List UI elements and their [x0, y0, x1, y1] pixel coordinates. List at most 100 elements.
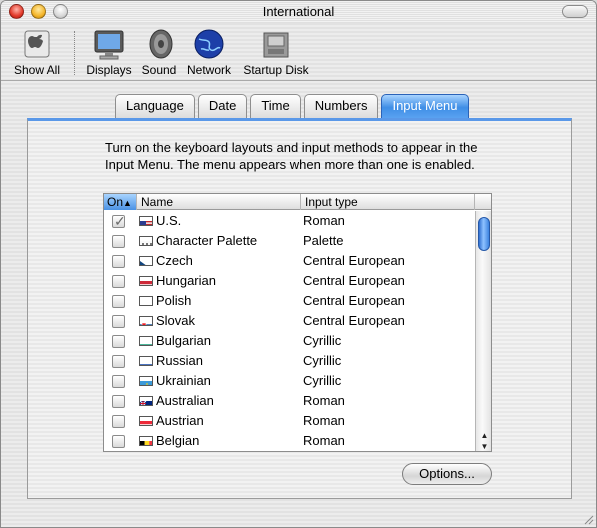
- displays-label: Displays: [86, 63, 132, 77]
- table-row[interactable]: Czech Central European: [104, 251, 475, 271]
- input-source-name: Ukrainian: [156, 373, 211, 388]
- input-source-type: Roman: [303, 213, 345, 228]
- column-header-on[interactable]: On▲: [104, 194, 137, 210]
- enable-checkbox[interactable]: [112, 375, 125, 388]
- disk-icon: [263, 32, 289, 58]
- sound-button[interactable]: Sound: [139, 27, 179, 77]
- flag-au-icon: [139, 396, 153, 406]
- table-row[interactable]: U.S. Roman: [104, 211, 475, 231]
- input-source-name: Hungarian: [156, 273, 216, 288]
- table-row[interactable]: Belgian Roman: [104, 431, 475, 451]
- input-source-name: Bulgarian: [156, 333, 211, 348]
- close-button[interactable]: [9, 4, 24, 19]
- flag-hu-icon: [139, 276, 153, 286]
- scroll-down-arrow-icon[interactable]: ▼: [476, 441, 491, 451]
- enable-checkbox[interactable]: [112, 212, 126, 230]
- tab-input-menu[interactable]: Input Menu: [381, 94, 469, 118]
- input-source-type: Cyrillic: [303, 333, 342, 348]
- input-source-name: Czech: [156, 253, 193, 268]
- table-row[interactable]: Slovak Central European: [104, 311, 475, 331]
- toolbar: Show All Displays Sound Network Startup …: [1, 23, 596, 81]
- table-row[interactable]: Character Palette Palette: [104, 231, 475, 251]
- displays-button[interactable]: Displays: [83, 27, 135, 77]
- enable-checkbox[interactable]: [112, 315, 125, 328]
- table-row[interactable]: Polish Central European: [104, 291, 475, 311]
- flag-bg-icon: [139, 336, 153, 346]
- show-all-button[interactable]: Show All: [11, 27, 63, 77]
- input-menu-panel: Turn on the keyboard layouts and input m…: [27, 118, 572, 499]
- vertical-scrollbar[interactable]: ▲ ▼: [475, 211, 491, 451]
- flag-sk-icon: [139, 316, 153, 326]
- input-source-type: Central European: [303, 313, 405, 328]
- input-source-type: Roman: [303, 393, 345, 408]
- input-source-name: Polish: [156, 293, 192, 308]
- input-source-name: Austrian: [156, 413, 204, 428]
- minimize-button[interactable]: [31, 4, 46, 19]
- flag-ua-icon: [139, 376, 153, 386]
- table-row[interactable]: Australian Roman: [104, 391, 475, 411]
- input-source-type: Roman: [303, 413, 345, 428]
- input-source-type: Cyrillic: [303, 353, 342, 368]
- toolbar-separator: [74, 31, 75, 75]
- table-header: On▲ Name Input type: [104, 194, 491, 210]
- column-header-name[interactable]: Name: [137, 194, 301, 210]
- preferences-window: International Show All Displays Sound Ne…: [0, 0, 597, 528]
- display-icon: [94, 30, 124, 60]
- zoom-button[interactable]: [53, 4, 68, 19]
- table-row[interactable]: Hungarian Central European: [104, 271, 475, 291]
- network-label: Network: [186, 63, 231, 77]
- flag-be-icon: [139, 436, 153, 446]
- tab-date[interactable]: Date: [197, 94, 248, 118]
- input-source-name: Slovak: [156, 313, 196, 328]
- input-source-name: Russian: [156, 353, 203, 368]
- enable-checkbox[interactable]: [112, 235, 125, 248]
- tab-numbers[interactable]: Numbers: [303, 94, 379, 118]
- scroll-up-arrow-icon[interactable]: ▲: [476, 430, 491, 441]
- table-row[interactable]: Bulgarian Cyrillic: [104, 331, 475, 351]
- sound-label: Sound: [141, 63, 177, 77]
- enable-checkbox[interactable]: [112, 255, 125, 268]
- enable-checkbox[interactable]: [112, 355, 125, 368]
- enable-checkbox[interactable]: [112, 435, 125, 448]
- column-header-on-label: On: [107, 195, 124, 209]
- input-source-type: Central European: [303, 293, 405, 308]
- input-source-name: Australian: [156, 393, 214, 408]
- show-all-icon: [24, 30, 50, 58]
- tab-language[interactable]: Language: [115, 94, 195, 118]
- title-bar[interactable]: International: [1, 1, 596, 23]
- table-row[interactable]: Ukrainian Cyrillic: [104, 371, 475, 391]
- enable-checkbox[interactable]: [112, 395, 125, 408]
- enable-checkbox[interactable]: [112, 275, 125, 288]
- header-corner: [475, 194, 491, 210]
- input-source-name: Belgian: [156, 433, 200, 448]
- table-row[interactable]: Austrian Roman: [104, 411, 475, 431]
- tab-time[interactable]: Time: [250, 94, 301, 118]
- enable-checkbox[interactable]: [112, 295, 125, 308]
- flag-at-icon: [139, 416, 153, 426]
- tab-bar: Language Date Time Numbers Input Menu: [115, 94, 469, 118]
- toolbar-toggle-button[interactable]: [562, 5, 588, 18]
- flag-cz-icon: [139, 256, 153, 266]
- startup-disk-button[interactable]: Startup Disk: [241, 27, 311, 77]
- flag-ru-icon: [139, 356, 153, 366]
- resize-grip-icon[interactable]: [582, 513, 594, 525]
- enable-checkbox[interactable]: [112, 335, 125, 348]
- character-palette-icon: [139, 236, 153, 246]
- scroll-thumb[interactable]: [478, 217, 490, 251]
- input-source-type: Central European: [303, 253, 405, 268]
- options-button[interactable]: Options...: [402, 463, 492, 485]
- input-source-name: U.S.: [156, 213, 182, 228]
- flag-us-icon: [139, 216, 153, 226]
- table-row[interactable]: Russian Cyrillic: [104, 351, 475, 371]
- enable-checkbox[interactable]: [112, 415, 125, 428]
- window-title: International: [262, 4, 335, 19]
- column-header-type[interactable]: Input type: [301, 194, 475, 210]
- flag-pl-icon: [139, 296, 153, 306]
- input-source-name: Character Palette: [156, 233, 258, 248]
- speaker-icon: [149, 29, 173, 59]
- sort-ascending-icon: ▲: [123, 198, 132, 208]
- startup-disk-label: Startup Disk: [243, 63, 309, 77]
- input-source-type: Roman: [303, 433, 345, 448]
- network-button[interactable]: Network: [184, 27, 234, 77]
- show-all-label: Show All: [13, 63, 61, 77]
